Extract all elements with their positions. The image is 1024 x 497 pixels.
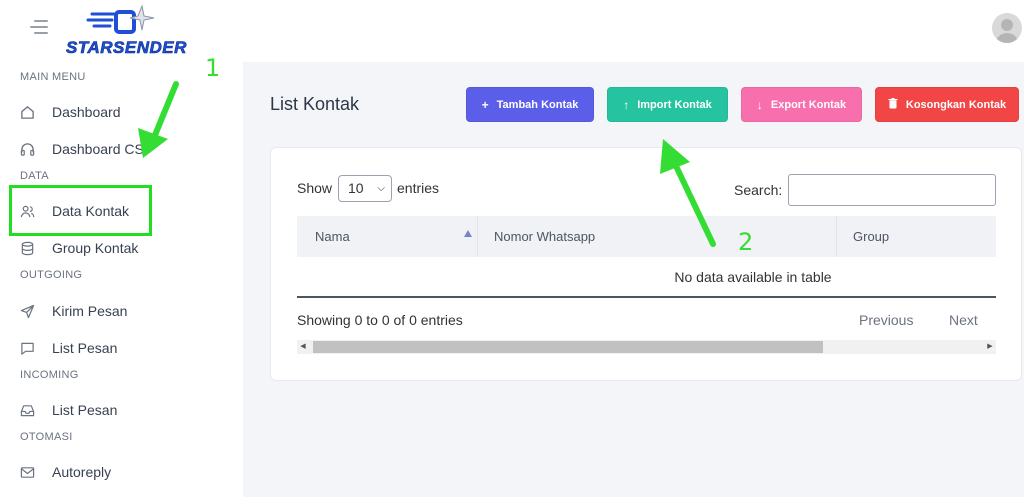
search-input[interactable]: [788, 174, 996, 206]
section-data: DATA: [20, 170, 49, 182]
logo-mark-icon: [86, 4, 155, 34]
download-icon: ↓: [756, 97, 763, 112]
sidebar-item-label: Dashboard CS: [52, 141, 144, 157]
sidebar-item-kirim-pesan[interactable]: Kirim Pesan: [0, 293, 243, 329]
sidebar-item-label: Group Kontak: [52, 240, 139, 256]
upload-icon: ↑: [623, 97, 630, 112]
plus-icon: +: [481, 97, 489, 112]
annotation-step-2: 2: [738, 228, 754, 256]
home-icon: [19, 104, 35, 120]
page-title: List Kontak: [270, 94, 360, 114]
database-icon: [19, 240, 35, 256]
button-label: Kosongkan Kontak: [905, 98, 1007, 111]
scroll-left-icon[interactable]: ◀: [297, 340, 309, 354]
pagination-next[interactable]: Next: [949, 312, 978, 328]
column-divider: [836, 216, 837, 257]
starsender-logo[interactable]: STARSENDER: [66, 2, 187, 58]
mail-icon: [19, 464, 35, 480]
pagination-previous[interactable]: Previous: [859, 312, 913, 328]
table-empty-message: No data available in table: [674, 269, 832, 285]
headset-icon: [19, 141, 35, 157]
horizontal-scrollbar[interactable]: ◀ ▶: [297, 340, 996, 354]
trash-icon: [888, 97, 898, 112]
scroll-right-icon[interactable]: ▶: [984, 340, 996, 354]
table-info: Showing 0 to 0 of 0 entries: [297, 312, 463, 328]
sidebar-item-list-pesan-outgoing[interactable]: List Pesan: [0, 330, 243, 366]
export-kontak-button[interactable]: ↓ Export Kontak: [741, 87, 862, 122]
user-avatar[interactable]: [992, 13, 1022, 43]
column-header-nama[interactable]: Nama: [315, 216, 350, 257]
section-main-menu: MAIN MENU: [20, 71, 86, 83]
table-bottom-border: [297, 296, 996, 298]
button-label: Export Kontak: [770, 98, 847, 111]
chevron-down-icon: ⌵: [377, 183, 385, 194]
sidebar-item-dashboard-cs[interactable]: Dashboard CS: [0, 131, 243, 167]
column-header-nomor-whatsapp[interactable]: Nomor Whatsapp: [494, 216, 595, 257]
top-bar: STARSENDER: [0, 0, 1024, 62]
message-icon: [19, 340, 35, 356]
scrollbar-thumb[interactable]: [313, 341, 823, 353]
sidebar-item-label: List Pesan: [52, 402, 118, 418]
button-label: Tambah Kontak: [496, 98, 579, 111]
section-incoming: INCOMING: [20, 369, 79, 381]
tambah-kontak-button[interactable]: + Tambah Kontak: [466, 87, 594, 122]
kosongkan-kontak-button[interactable]: Kosongkan Kontak: [875, 87, 1019, 122]
inbox-icon: [19, 402, 35, 418]
entries-label: entries: [397, 180, 440, 196]
section-otomasi: OTOMASI: [20, 431, 73, 443]
annotation-step-1: 1: [205, 54, 221, 82]
sidebar-item-label: List Pesan: [52, 340, 118, 356]
sidebar-item-autoreply[interactable]: Autoreply: [0, 454, 243, 490]
sidebar-item-dashboard[interactable]: Dashboard: [0, 94, 243, 130]
sidebar-item-label: Autoreply: [52, 464, 112, 480]
column-divider: [477, 216, 478, 257]
column-header-group[interactable]: Group: [853, 216, 889, 257]
sidebar-item-label: Dashboard: [52, 104, 121, 120]
brand-name: STARSENDER: [66, 38, 187, 58]
search-label: Search:: [734, 182, 783, 198]
annotation-highlight-box: [9, 185, 152, 236]
import-kontak-button[interactable]: ↑ Import Kontak: [607, 87, 728, 122]
show-label: Show: [297, 180, 333, 196]
user-icon: [996, 19, 1018, 43]
sort-ascending-icon: [464, 230, 472, 237]
sidebar-item-label: Kirim Pesan: [52, 303, 128, 319]
section-outgoing: OUTGOING: [20, 269, 83, 281]
send-icon: [19, 303, 35, 319]
menu-toggle-icon[interactable]: [30, 20, 48, 34]
page-length-value: 10: [348, 180, 364, 196]
table-header: Nama Nomor Whatsapp Group: [297, 216, 996, 257]
page-length-select[interactable]: 10 ⌵: [338, 175, 392, 202]
sidebar-item-list-pesan-incoming[interactable]: List Pesan: [0, 392, 243, 428]
button-label: Import Kontak: [637, 98, 712, 111]
